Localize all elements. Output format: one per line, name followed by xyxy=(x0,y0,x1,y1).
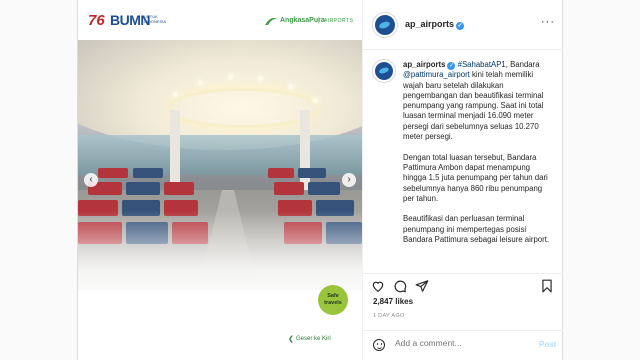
instagram-post: 76 BUMN UNTUK INDONESIA AngkasaPura | AI… xyxy=(77,0,563,360)
post-caption: ap_airports ✓ #SahabatAP1, Bandara @patti… xyxy=(403,60,555,256)
share-icon[interactable] xyxy=(415,279,429,293)
swipe-left-icon: ❮ xyxy=(288,336,294,343)
bookmark-icon[interactable] xyxy=(540,279,554,293)
emoji-icon[interactable] xyxy=(373,339,385,351)
bumn-subtitle: UNTUK INDONESIA xyxy=(144,14,167,24)
mention-link[interactable]: @pattimura_airport xyxy=(403,70,470,79)
comment-bar: Post xyxy=(363,330,563,360)
caption-text: kini telah memiliki wajah baru setelah d… xyxy=(403,70,544,142)
verified-icon: ✓ xyxy=(456,22,465,30)
avatar[interactable] xyxy=(373,13,397,37)
heart-icon[interactable] xyxy=(371,279,385,293)
caption-paragraph: Dengan total luasan tersebut, Bandara Pa… xyxy=(403,152,548,203)
swipe-left-label: Geser ke Kiri xyxy=(296,336,331,342)
caption-avatar[interactable] xyxy=(373,60,395,82)
caption-text: , Bandara xyxy=(505,60,540,69)
post-panel: ap_airports ✓ ··· ap_airports ✓ #SahabatAP… xyxy=(362,0,563,360)
caption-username[interactable]: ap_airports xyxy=(403,60,445,69)
post-header: ap_airports ✓ ··· xyxy=(363,0,563,50)
logo-separator: | xyxy=(318,17,320,24)
chevron-left-icon[interactable]: ‹ xyxy=(84,173,98,187)
caption-paragraph: Beautifikasi dan perluasan terminal penu… xyxy=(403,214,550,245)
comment-icon[interactable] xyxy=(393,279,407,293)
header-username[interactable]: ap_airports ✓ xyxy=(405,19,465,30)
verified-icon: ✓ xyxy=(447,62,456,70)
airports-label: AIRPORTS xyxy=(324,18,354,24)
more-options-icon[interactable]: ··· xyxy=(541,16,555,28)
hut-76-logo: 76 xyxy=(88,12,105,29)
chevron-right-icon[interactable]: › xyxy=(342,173,356,187)
hashtag-link[interactable]: #SahabatAP1 xyxy=(458,60,506,69)
post-media[interactable]: 76 BUMN UNTUK INDONESIA AngkasaPura | AI… xyxy=(78,0,362,360)
comment-input[interactable] xyxy=(395,338,515,348)
post-button[interactable]: Post xyxy=(539,340,556,349)
likes-count[interactable]: 2,847 likes xyxy=(373,297,413,306)
action-bar xyxy=(363,273,563,295)
safe-travels-badge: Safe travels xyxy=(318,285,348,315)
angkasa-pura-logo-icon xyxy=(265,17,277,25)
timestamp[interactable]: 1 DAY AGO xyxy=(373,313,405,319)
